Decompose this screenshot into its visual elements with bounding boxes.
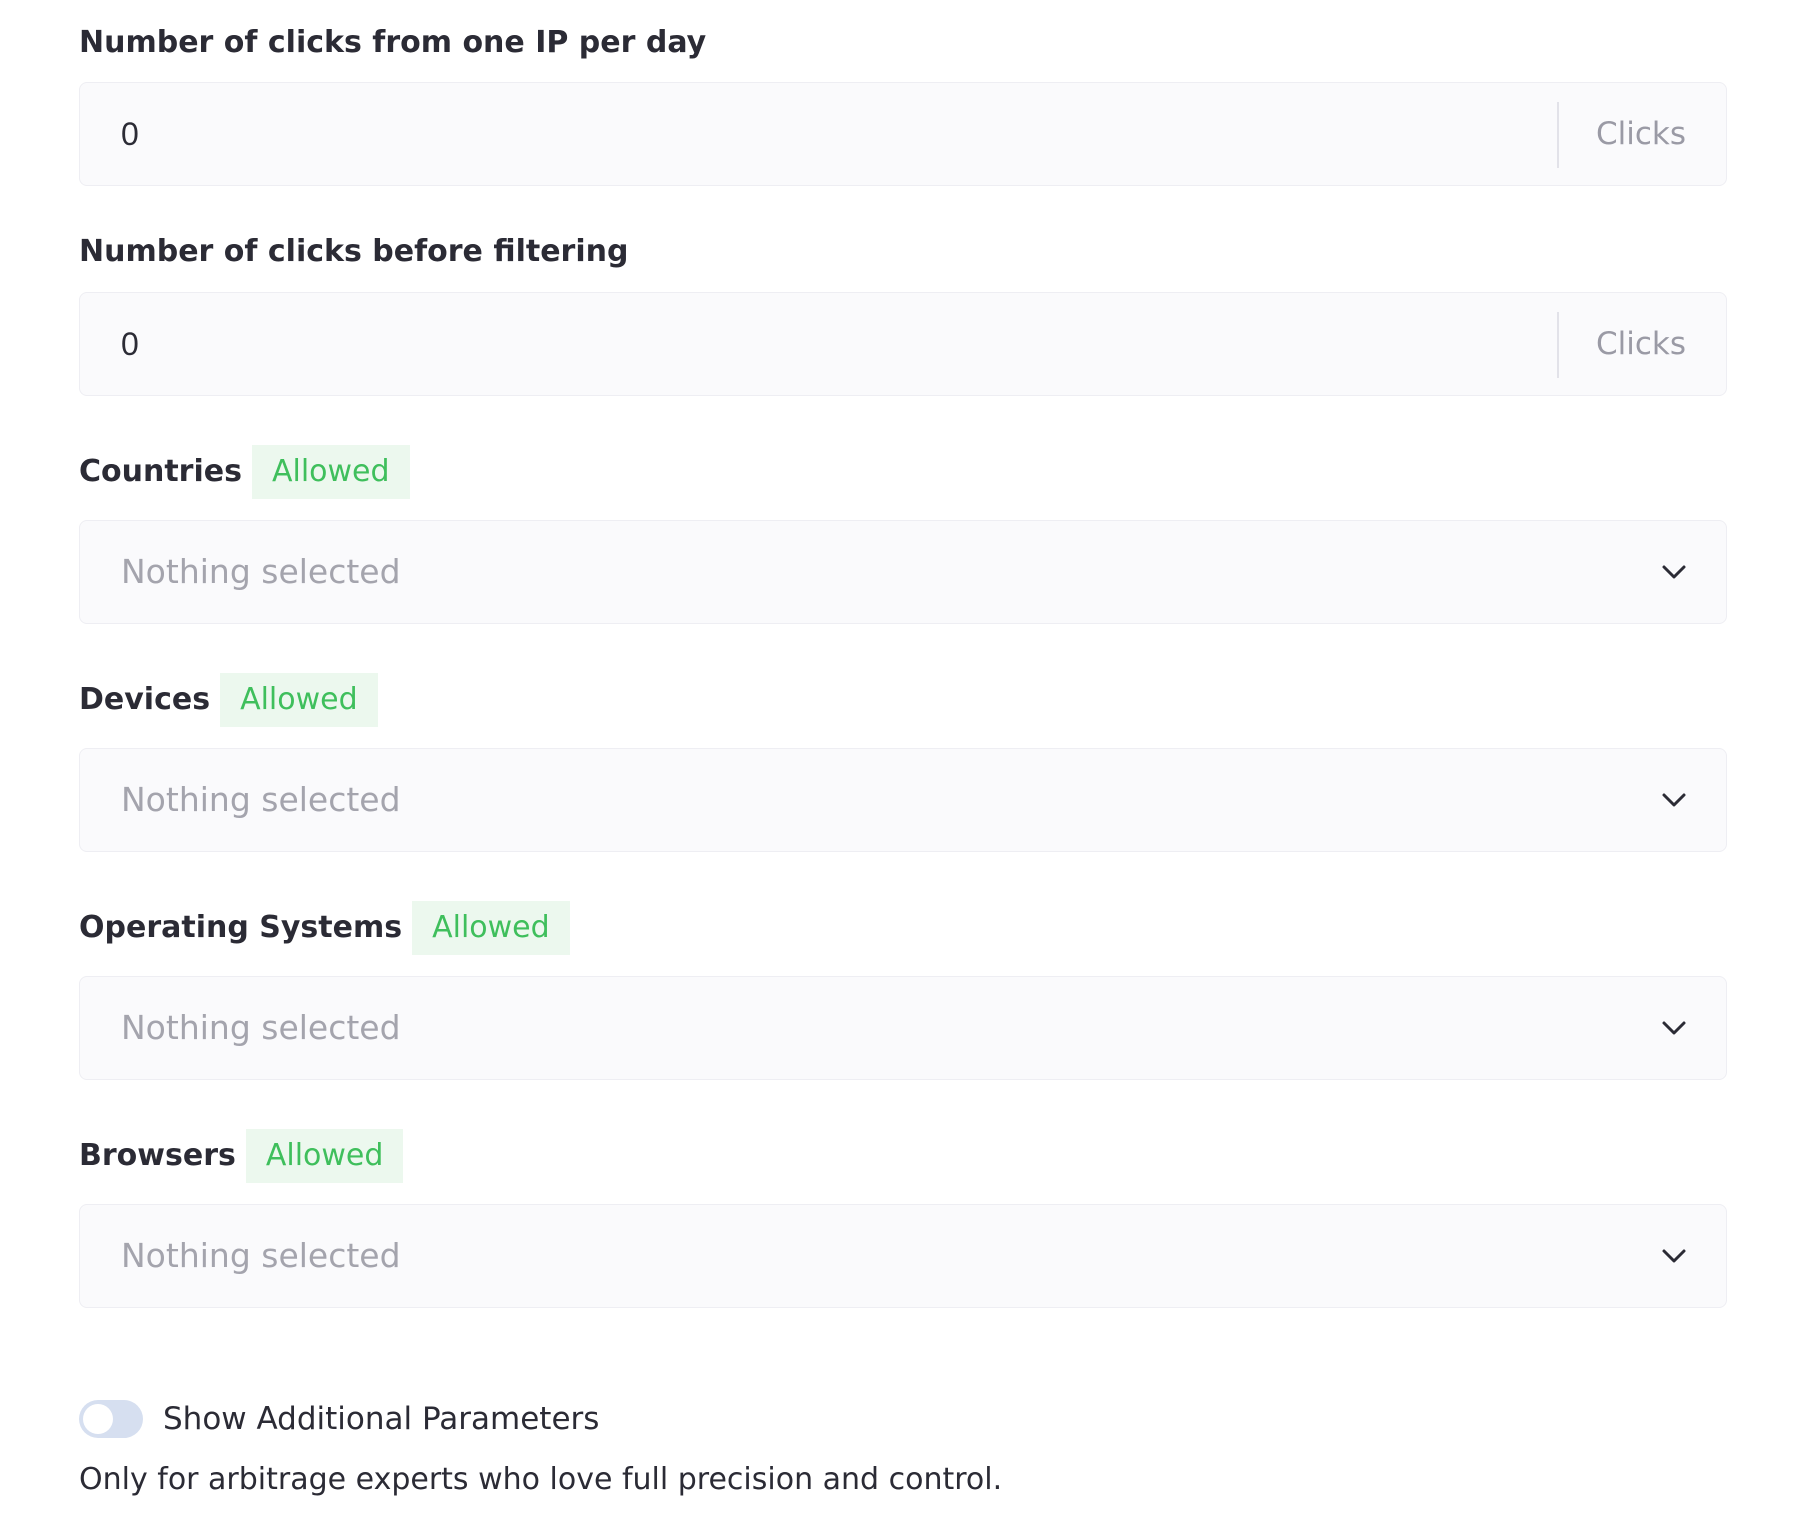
clicks-per-ip-input[interactable]: 0 Clicks [79,82,1727,186]
operating-systems-select[interactable]: Nothing selected [79,976,1727,1080]
browsers-select[interactable]: Nothing selected [79,1204,1727,1308]
additional-parameters-hint: Only for arbitrage experts who love full… [79,1462,1003,1497]
clicks-before-filtering-label-text: Number of clicks before filtering [79,234,629,269]
countries-placeholder: Nothing selected [121,552,401,591]
chevron-down-icon [1662,1021,1686,1035]
chevron-down-icon [1662,565,1686,579]
operating-systems-placeholder: Nothing selected [121,1008,401,1047]
clicks-before-filtering-label: Number of clicks before filtering [79,225,628,279]
operating-systems-allowed-badge[interactable]: Allowed [412,901,570,955]
clicks-per-ip-unit: Clicks [1595,116,1686,152]
clicks-per-ip-label-text: Number of clicks from one IP per day [79,25,707,60]
devices-placeholder: Nothing selected [121,780,401,819]
input-unit-divider [1557,102,1559,168]
clicks-per-ip-value[interactable]: 0 [121,83,139,185]
browsers-placeholder: Nothing selected [121,1236,401,1275]
countries-allowed-badge[interactable]: Allowed [251,445,410,499]
additional-parameters-toggle[interactable] [79,1400,143,1438]
devices-label-text: Devices [79,682,211,717]
browsers-label-text: Browsers [79,1138,236,1173]
devices-allowed-badge[interactable]: Allowed [220,673,378,727]
browsers-allowed-badge[interactable]: Allowed [245,1129,404,1183]
clicks-before-filtering-value[interactable]: 0 [121,293,139,395]
clicks-before-filtering-input[interactable]: 0 Clicks [79,292,1727,396]
additional-parameters-row: Show Additional Parameters [79,1398,599,1440]
operating-systems-label-text: Operating Systems [79,910,403,945]
chevron-down-icon [1662,1249,1686,1263]
operating-systems-label: Operating Systems Allowed [79,901,570,955]
toggle-knob [83,1404,113,1434]
countries-label-text: Countries [79,454,242,489]
devices-select[interactable]: Nothing selected [79,748,1727,852]
input-unit-divider [1557,312,1559,378]
browsers-label: Browsers Allowed [79,1129,404,1183]
devices-label: Devices Allowed [79,673,378,727]
clicks-per-ip-label: Number of clicks from one IP per day [79,16,706,70]
clicks-before-filtering-unit: Clicks [1595,326,1686,362]
chevron-down-icon [1662,793,1686,807]
countries-label: Countries Allowed [79,445,410,499]
additional-parameters-label[interactable]: Show Additional Parameters [163,1401,599,1437]
countries-select[interactable]: Nothing selected [79,520,1727,624]
